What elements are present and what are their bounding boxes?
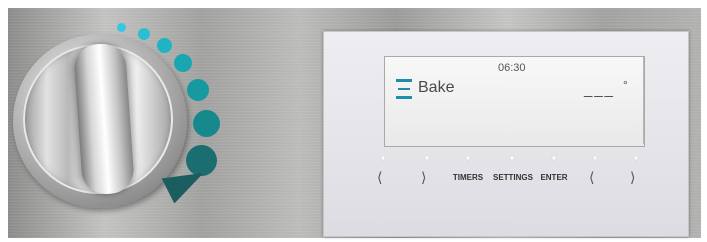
left-previous-button[interactable]: ⟨	[377, 171, 382, 185]
right-previous-button[interactable]: ⟨	[589, 171, 594, 185]
indicator-dot-5	[187, 79, 209, 101]
bake-mode-icon	[396, 79, 412, 99]
temperature-unit: °	[623, 78, 628, 92]
left-next-button[interactable]: ⟩	[421, 171, 426, 185]
indicator-dot-6	[193, 110, 220, 137]
indicator-dot-3	[157, 38, 172, 53]
indicator-dot-1	[117, 23, 126, 32]
led-right-prev	[593, 156, 597, 160]
knob-grip[interactable]	[72, 42, 136, 196]
temperature-readout: ___	[584, 81, 616, 98]
mode-label: Bake	[418, 79, 455, 96]
settings-button[interactable]: SETTINGS	[489, 173, 537, 183]
led-right-next	[634, 156, 638, 160]
led-settings	[510, 156, 514, 160]
timers-button[interactable]: TIMERS	[450, 173, 486, 183]
enter-button[interactable]: ENTER	[538, 173, 570, 183]
control-knob[interactable]	[13, 34, 187, 208]
led-timers	[466, 156, 470, 160]
led-enter	[552, 156, 556, 160]
indicator-dot-2	[138, 28, 150, 40]
display-divider	[643, 57, 644, 144]
right-next-button[interactable]: ⟩	[630, 171, 635, 185]
display-time: 06:30	[498, 62, 526, 74]
indicator-dot-4	[174, 54, 192, 72]
led-left-next	[425, 156, 429, 160]
led-left-prev	[381, 156, 385, 160]
